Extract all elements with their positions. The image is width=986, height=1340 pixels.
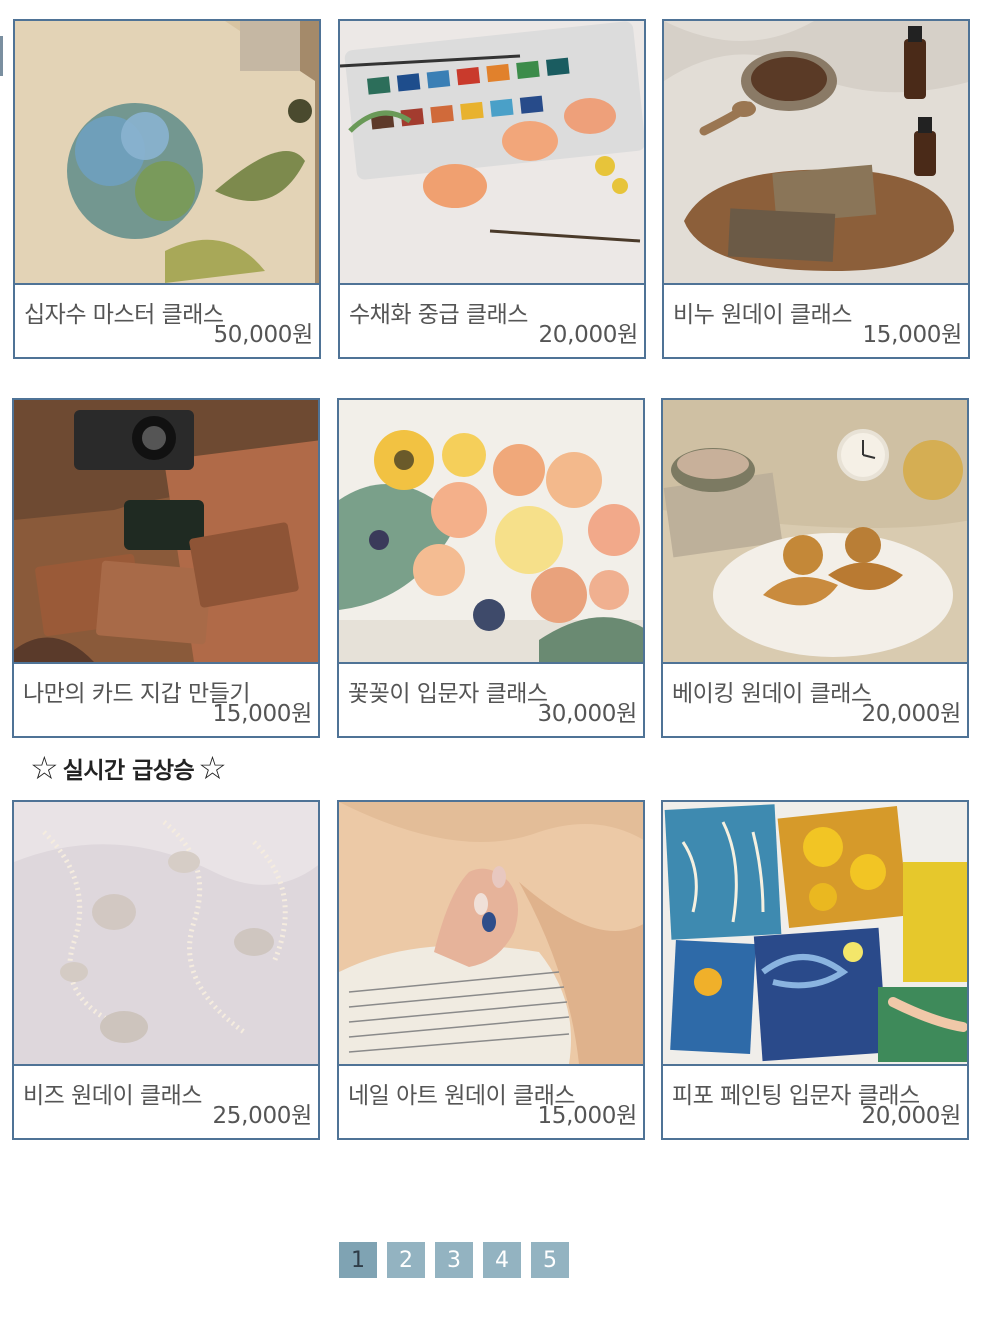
class-price: 15,000원 <box>537 1103 637 1129</box>
trending-heading-label: 실시간 급상승 <box>62 758 195 784</box>
card-caption: 나만의 카드 지갑 만들기 15,000원 <box>14 662 318 736</box>
class-card-watercolor[interactable]: 수채화 중급 클래스 20,000원 <box>338 19 646 359</box>
page-4-button[interactable]: 4 <box>483 1242 521 1278</box>
paint-by-number-image <box>663 802 967 1064</box>
star-outline-icon: ☆ <box>30 749 59 787</box>
card-caption: 수채화 중급 클래스 20,000원 <box>340 283 644 357</box>
class-title: 수채화 중급 클래스 <box>349 302 528 328</box>
class-card-beads[interactable]: 비즈 원데이 클래스 25,000원 <box>12 800 320 1140</box>
card-caption: 십자수 마스터 클래스 50,000원 <box>15 283 319 357</box>
page-3-button[interactable]: 3 <box>435 1242 473 1278</box>
baking-image <box>663 400 967 662</box>
watercolor-image <box>340 21 644 283</box>
page-1-button[interactable]: 1 <box>339 1242 377 1278</box>
flower-image <box>339 400 643 662</box>
card-caption: 비즈 원데이 클래스 25,000원 <box>14 1064 318 1138</box>
page-2-button[interactable]: 2 <box>387 1242 425 1278</box>
class-price: 20,000원 <box>861 1103 961 1129</box>
class-card-paint-by-number[interactable]: 피포 페인팅 입문자 클래스 20,000원 <box>661 800 969 1140</box>
class-title: 베이킹 원데이 클래스 <box>672 681 872 707</box>
soap-image <box>664 21 968 283</box>
card-caption: 비누 원데이 클래스 15,000원 <box>664 283 968 357</box>
class-card-cross-stitch[interactable]: 십자수 마스터 클래스 50,000원 <box>13 19 321 359</box>
beads-image <box>14 802 318 1064</box>
class-price: 15,000원 <box>212 701 312 727</box>
card-caption: 베이킹 원데이 클래스 20,000원 <box>663 662 967 736</box>
class-price: 20,000원 <box>861 701 961 727</box>
class-title: 꽃꽂이 입문자 클래스 <box>348 681 548 707</box>
class-card-leather-wallet[interactable]: 나만의 카드 지갑 만들기 15,000원 <box>12 398 320 738</box>
class-price: 20,000원 <box>538 322 638 348</box>
cross-stitch-image <box>15 21 319 283</box>
class-price: 15,000원 <box>862 322 962 348</box>
trending-heading: ☆ 실시간 급상승 ☆ <box>30 750 227 786</box>
card-caption: 네일 아트 원데이 클래스 15,000원 <box>339 1064 643 1138</box>
left-edge-marker <box>0 36 3 76</box>
card-caption: 피포 페인팅 입문자 클래스 20,000원 <box>663 1064 967 1138</box>
class-card-baking[interactable]: 베이킹 원데이 클래스 20,000원 <box>661 398 969 738</box>
class-title: 비누 원데이 클래스 <box>673 302 852 328</box>
class-card-flower-arrangement[interactable]: 꽃꽂이 입문자 클래스 30,000원 <box>337 398 645 738</box>
class-title: 비즈 원데이 클래스 <box>23 1083 202 1109</box>
card-caption: 꽃꽂이 입문자 클래스 30,000원 <box>339 662 643 736</box>
star-outline-icon: ☆ <box>198 749 227 787</box>
page-5-button[interactable]: 5 <box>531 1242 569 1278</box>
class-price: 30,000원 <box>537 701 637 727</box>
class-card-soap[interactable]: 비누 원데이 클래스 15,000원 <box>662 19 970 359</box>
class-card-nail-art[interactable]: 네일 아트 원데이 클래스 15,000원 <box>337 800 645 1140</box>
class-title: 십자수 마스터 클래스 <box>24 302 224 328</box>
pagination: 1 2 3 4 5 <box>339 1242 569 1278</box>
class-price: 25,000원 <box>212 1103 312 1129</box>
nail-art-image <box>339 802 643 1064</box>
class-price: 50,000원 <box>213 322 313 348</box>
leather-wallet-image <box>14 400 318 662</box>
